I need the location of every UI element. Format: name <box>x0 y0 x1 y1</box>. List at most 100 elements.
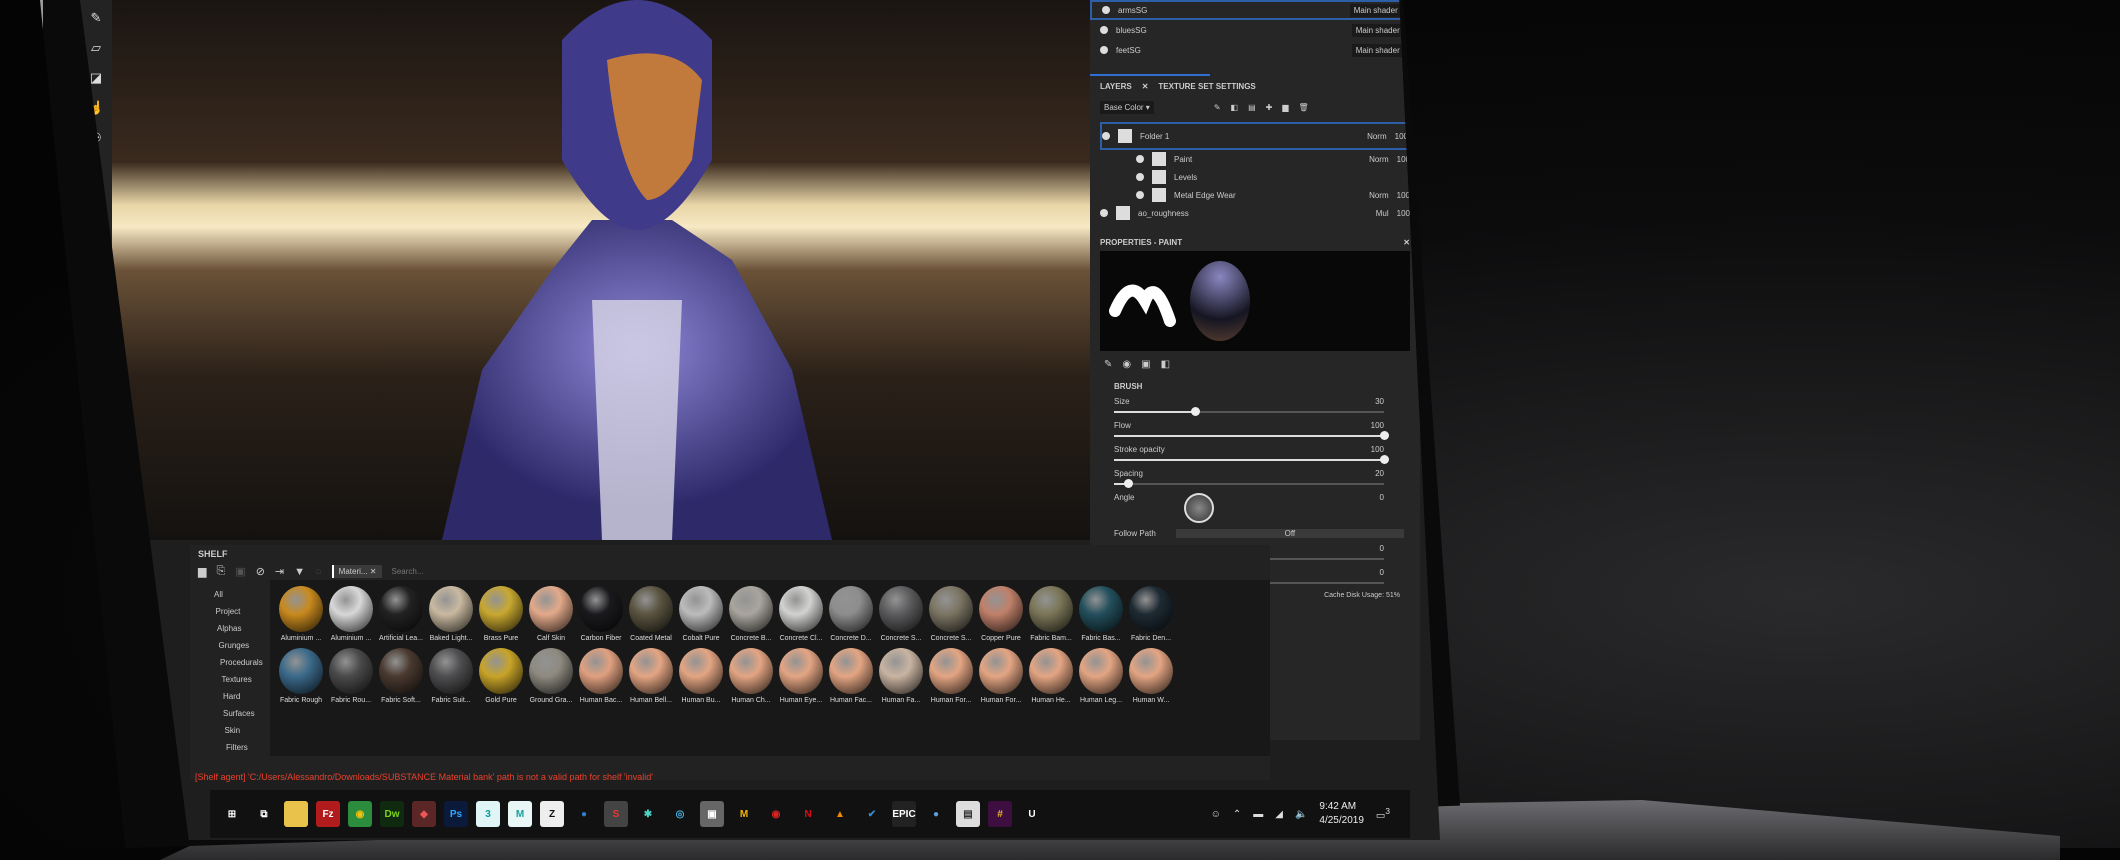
blend-mode[interactable]: Norm <box>1369 155 1389 164</box>
app-red2-icon[interactable]: ◉ <box>764 801 788 827</box>
layer-row[interactable]: Folder 1 Norm 100 <box>1100 122 1410 150</box>
material-item[interactable]: Concrete D... <box>826 586 876 642</box>
material-item[interactable]: Human He... <box>1026 648 1076 704</box>
visibility-icon[interactable] <box>1100 209 1108 217</box>
material-item[interactable]: Ground Gra... <box>526 648 576 704</box>
material-item[interactable]: Copper Pure <box>976 586 1026 642</box>
slider-size[interactable]: Size 30 <box>1114 397 1404 421</box>
zbrush-icon[interactable]: Z <box>540 801 564 827</box>
task-view-icon[interactable]: ⧉ <box>252 801 276 827</box>
notification-icon[interactable]: ▭3 <box>1376 806 1390 821</box>
follow-path-toggle[interactable]: Off <box>1175 529 1404 538</box>
material-item[interactable]: Concrete Cl... <box>776 586 826 642</box>
layer-opacity[interactable]: 100 <box>1397 209 1410 218</box>
add-fill-layer-icon[interactable]: ▤ <box>1248 103 1256 112</box>
import-icon[interactable]: ⇥ <box>275 565 284 578</box>
brush-tab-icon[interactable]: ✎ <box>1104 359 1112 370</box>
clock[interactable]: 9:42 AM 4/25/2019 <box>1319 800 1364 828</box>
app-globe-icon[interactable]: ● <box>924 801 948 827</box>
material-item[interactable]: Human W... <box>1126 648 1176 704</box>
people-icon[interactable]: ☺ <box>1211 809 1221 820</box>
material-item[interactable]: Brass Pure <box>476 586 526 642</box>
battery-icon[interactable]: ▬ <box>1253 809 1263 820</box>
unreal-icon[interactable]: U <box>1020 801 1044 827</box>
material-item[interactable]: Human Bu... <box>676 648 726 704</box>
slider-track[interactable] <box>1114 407 1384 416</box>
material-item[interactable]: Fabric Soft... <box>376 648 426 704</box>
layer-row[interactable]: Levels <box>1100 168 1410 186</box>
channel-dropdown[interactable]: Base Color ▾ <box>1100 101 1154 114</box>
material-item[interactable]: Carbon Fiber <box>576 586 626 642</box>
add-effect-icon[interactable]: ✎ <box>1214 103 1221 112</box>
vlc-icon[interactable]: ▲ <box>828 801 852 827</box>
new-file-icon[interactable]: ⎘ <box>216 565 225 578</box>
category-item[interactable]: Skin <box>214 722 270 739</box>
filter-icon[interactable]: ▼ <box>294 566 305 578</box>
3ds-max-icon[interactable]: 3 <box>476 801 500 827</box>
visibility-icon[interactable] <box>1136 155 1144 163</box>
category-item[interactable]: Alphas <box>214 620 270 637</box>
material-item[interactable]: Fabric Suit... <box>426 648 476 704</box>
slider-spacing[interactable]: Spacing 20 <box>1114 469 1404 493</box>
angle-control[interactable]: Angle 0 <box>1114 493 1404 529</box>
slider-flow[interactable]: Flow 100 <box>1114 421 1404 445</box>
visibility-icon[interactable] <box>1136 191 1144 199</box>
substance-designer-icon[interactable]: ✱ <box>636 801 660 827</box>
slider-thumb[interactable] <box>1123 479 1133 488</box>
material-item[interactable]: Coated Metal <box>626 586 676 642</box>
category-item[interactable]: Grunges <box>214 637 270 654</box>
close-icon[interactable]: ✕ <box>1403 238 1410 247</box>
substance-painter-icon[interactable]: S <box>604 801 628 827</box>
category-item[interactable]: Hard Surfaces <box>214 688 270 722</box>
texture-set-row[interactable]: feetSG Main shader ▾ <box>1090 40 1420 60</box>
marmoset-icon[interactable]: M <box>732 801 756 827</box>
photoshop-icon[interactable]: Ps <box>444 801 468 827</box>
material-item[interactable]: Cobalt Pure <box>676 586 726 642</box>
material-item[interactable]: Human For... <box>976 648 1026 704</box>
material-item[interactable]: Human Fac... <box>826 648 876 704</box>
material-item[interactable]: Baked Light... <box>426 586 476 642</box>
file-explorer-icon[interactable]: ▇ <box>284 801 308 827</box>
layer-row[interactable]: Paint Norm 100 <box>1100 150 1410 168</box>
visibility-icon[interactable] <box>1100 26 1108 34</box>
app-cyan-icon[interactable]: ◎ <box>668 801 692 827</box>
visibility-icon[interactable] <box>1100 46 1108 54</box>
app-red-icon[interactable]: ◆ <box>412 801 436 827</box>
material-item[interactable]: Human Fa... <box>876 648 926 704</box>
add-mask-icon[interactable]: ◧ <box>1231 103 1239 112</box>
slider-track[interactable] <box>1114 479 1384 488</box>
category-item[interactable]: Filters <box>214 739 270 756</box>
slider-thumb[interactable] <box>1380 431 1389 440</box>
chevron-up-icon[interactable]: ⌃ <box>1233 809 1241 820</box>
delete-icon[interactable]: 🗑 <box>1299 103 1309 112</box>
add-paint-layer-icon[interactable]: ✚ <box>1266 103 1273 112</box>
slider-thumb[interactable] <box>1191 407 1200 416</box>
start-icon[interactable]: ⊞ <box>220 801 244 827</box>
slider-thumb[interactable] <box>1380 455 1389 464</box>
visibility-icon[interactable] <box>1136 173 1144 181</box>
material-item[interactable]: Fabric Rough <box>276 648 326 704</box>
slider-stroke-opacity[interactable]: Stroke opacity 100 <box>1114 445 1404 469</box>
material-item[interactable]: Fabric Bam... <box>1026 586 1076 642</box>
eraser-icon[interactable]: ▱ <box>91 40 101 56</box>
angle-dial[interactable] <box>1184 493 1214 523</box>
stencil-tab-icon[interactable]: ▣ <box>1141 359 1150 370</box>
slider-track[interactable] <box>1114 431 1389 440</box>
material-item[interactable]: Concrete S... <box>926 586 976 642</box>
filezilla-icon[interactable]: Fz <box>316 801 340 827</box>
texture-set-row[interactable]: bluesSGMain shader ▾ <box>1090 20 1420 40</box>
category-item[interactable]: Project <box>214 603 270 620</box>
3d-viewport[interactable] <box>112 0 1122 540</box>
app-blue-icon[interactable]: ● <box>572 801 596 827</box>
steam-icon[interactable]: ✔ <box>860 801 884 827</box>
layer-row[interactable]: ao_roughness Mul 100 <box>1100 204 1410 222</box>
material-item[interactable]: Fabric Bas... <box>1076 586 1126 642</box>
tab-texture-set-settings[interactable]: TEXTURE SET SETTINGS <box>1158 82 1255 91</box>
material-item[interactable]: Fabric Den... <box>1126 586 1176 642</box>
alpha-tab-icon[interactable]: ◧ <box>1161 359 1170 370</box>
category-item[interactable]: Textures <box>214 671 270 688</box>
material-item[interactable]: Aluminium ... <box>326 586 376 642</box>
app-doc-icon[interactable]: ▤ <box>956 801 980 827</box>
dreamweaver-icon[interactable]: Dw <box>380 801 404 827</box>
material-item[interactable]: Concrete B... <box>726 586 776 642</box>
